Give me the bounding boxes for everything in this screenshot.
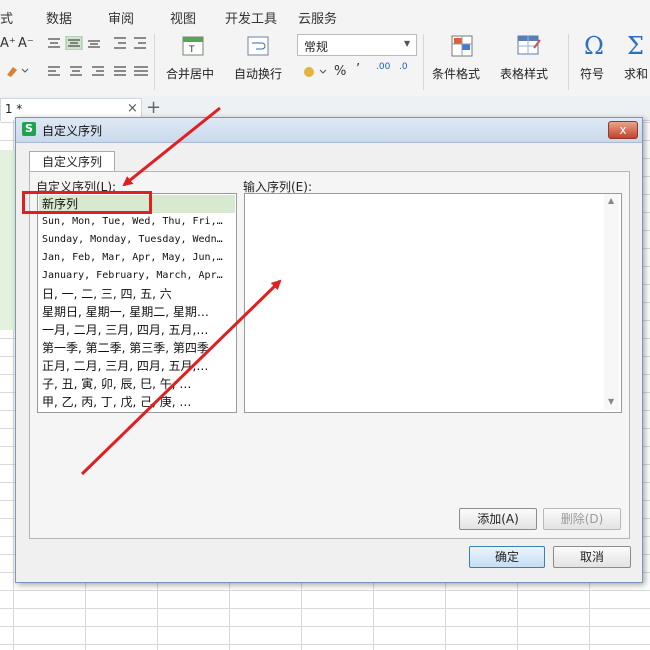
align-left-icon[interactable] [46,65,150,82]
document-tab-label: 1 * [1,102,23,116]
list-item[interactable]: 正月, 二月, 三月, 四月, 五月,… [42,357,232,375]
tab-formula[interactable]: 式 [0,8,13,27]
conditional-format-icon[interactable] [450,34,474,58]
tab-view[interactable]: 视图 [170,8,196,27]
list-item[interactable]: Jan, Feb, Mar, Apr, May, Jun,… [42,249,232,267]
ribbon-separator [568,34,569,90]
number-format-select[interactable]: 常规 ▼ [297,34,417,56]
tab-custom-list[interactable]: 自定义序列 [29,151,115,172]
list-item[interactable]: 星期日, 星期一, 星期二, 星期… [42,303,232,321]
list-item[interactable]: Sun, Mon, Tue, Wed, Thu, Fri,… [42,213,232,231]
auto-wrap-button[interactable]: 自动换行 [234,65,282,82]
omega-icon[interactable]: Ω [584,32,604,60]
merge-center-button[interactable]: 合并居中 [166,65,214,82]
ribbon-toolbar: 式 数据 审阅 视图 开发工具 云服务 A⁺ A⁻ T 合并居中 自动换行 常规… [0,0,650,97]
delete-button[interactable]: 删除(D) [543,508,621,530]
font-decrease-button[interactable]: A⁻ [18,36,34,51]
table-style-button[interactable]: 表格样式 [500,65,548,82]
tab-data[interactable]: 数据 [46,8,72,27]
close-tab-icon[interactable]: × [127,101,138,116]
indent-icon[interactable] [112,36,148,53]
scroll-up-icon[interactable]: ▲ [608,196,614,205]
currency-icon[interactable] [302,65,328,82]
list-item[interactable]: 子, 丑, 寅, 卯, 辰, 巳, 午, … [42,375,232,393]
decimal-increase-button[interactable]: .00 [376,62,390,72]
list-item[interactable]: 一月, 二月, 三月, 四月, 五月,… [42,321,232,339]
scroll-down-icon[interactable]: ▼ [608,397,614,406]
font-increase-button[interactable]: A⁺ [0,36,16,51]
sigma-icon[interactable]: Σ [627,32,644,60]
chevron-down-icon: ▼ [404,39,411,48]
clear-format-icon[interactable] [4,64,30,78]
formula-button[interactable]: 求和 [624,65,648,82]
dialog-title: 自定义序列 [42,124,103,138]
close-button[interactable]: x [608,121,638,139]
tab-cloud[interactable]: 云服务 [298,8,337,27]
table-style-icon[interactable] [516,34,542,58]
input-list-textarea[interactable] [244,193,622,413]
list-item[interactable]: Sunday, Monday, Tuesday, Wedn… [42,231,232,249]
tab-review[interactable]: 审阅 [108,8,134,27]
cancel-button[interactable]: 取消 [553,546,631,568]
app-logo-icon: S [22,122,36,136]
auto-wrap-icon[interactable] [247,36,269,56]
ok-button[interactable]: 确定 [469,546,545,568]
annotation-highlight-box [22,191,152,214]
dialog-titlebar[interactable]: S 自定义序列 x [16,118,642,143]
merge-center-icon[interactable]: T [182,36,204,56]
decimal-decrease-button[interactable]: .0 [399,62,408,72]
input-list-scrollbar[interactable]: ▲ ▼ [604,194,619,410]
tab-developer[interactable]: 开发工具 [225,8,277,27]
align-top-icon[interactable] [46,35,106,53]
comma-button[interactable]: ’ [356,62,360,77]
percent-button[interactable]: % [334,64,346,79]
selected-column-highlight [0,150,16,330]
conditional-format-button[interactable]: 条件格式 [432,65,480,82]
list-item[interactable]: January, February, March, Apr… [42,267,232,285]
number-format-value: 常规 [304,40,329,54]
svg-text:T: T [188,45,195,55]
custom-list-dialog: S 自定义序列 x 自定义序列 自定义序列(L): 输入序列(E): 新序列 S… [15,117,643,583]
list-item[interactable]: 甲, 乙, 丙, 丁, 戊, 己, 庚, … [42,393,232,411]
add-button[interactable]: 添加(A) [459,508,537,530]
custom-list-box[interactable]: 新序列 Sun, Mon, Tue, Wed, Thu, Fri,… Sunda… [37,193,237,413]
ribbon-separator [423,34,424,90]
list-item[interactable]: 第一季, 第二季, 第三季, 第四季 [42,339,232,357]
list-item[interactable]: 日, 一, 二, 三, 四, 五, 六 [42,285,232,303]
symbol-button[interactable]: 符号 [580,65,604,82]
add-tab-icon[interactable]: + [146,97,161,118]
ribbon-separator [154,34,155,90]
